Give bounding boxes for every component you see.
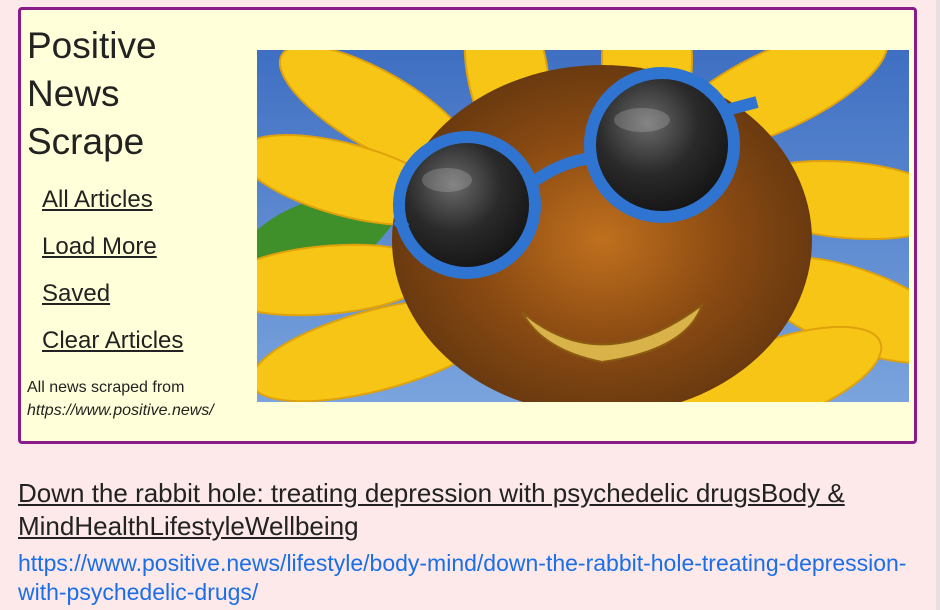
site-title-line: Scrape: [27, 121, 145, 162]
nav-all-articles-link[interactable]: All Articles: [42, 186, 183, 214]
nav-saved-link[interactable]: Saved: [42, 280, 183, 308]
nav-clear-articles-link[interactable]: Clear Articles: [42, 327, 183, 355]
credit-url: https://www.positive.news/: [27, 402, 214, 419]
site-title-line: Positive: [27, 25, 157, 66]
site-title-line: News: [27, 73, 120, 114]
nav-load-more-link[interactable]: Load More: [42, 233, 183, 261]
source-credit: All news scraped from https://www.positi…: [27, 376, 214, 422]
credit-text: All news scraped from: [27, 379, 185, 396]
header-box: Positive News Scrape All Articles Load M…: [18, 7, 917, 444]
scrollbar[interactable]: [936, 0, 940, 610]
main-nav: All Articles Load More Saved Clear Artic…: [42, 186, 183, 374]
article-url-link[interactable]: https://www.positive.news/lifestyle/body…: [18, 549, 918, 607]
hero-image: [257, 50, 909, 402]
article-title-link[interactable]: Down the rabbit hole: treating depressio…: [18, 477, 918, 543]
site-title: Positive News Scrape: [27, 22, 237, 166]
sunflower-with-sunglasses-image: [257, 50, 909, 402]
